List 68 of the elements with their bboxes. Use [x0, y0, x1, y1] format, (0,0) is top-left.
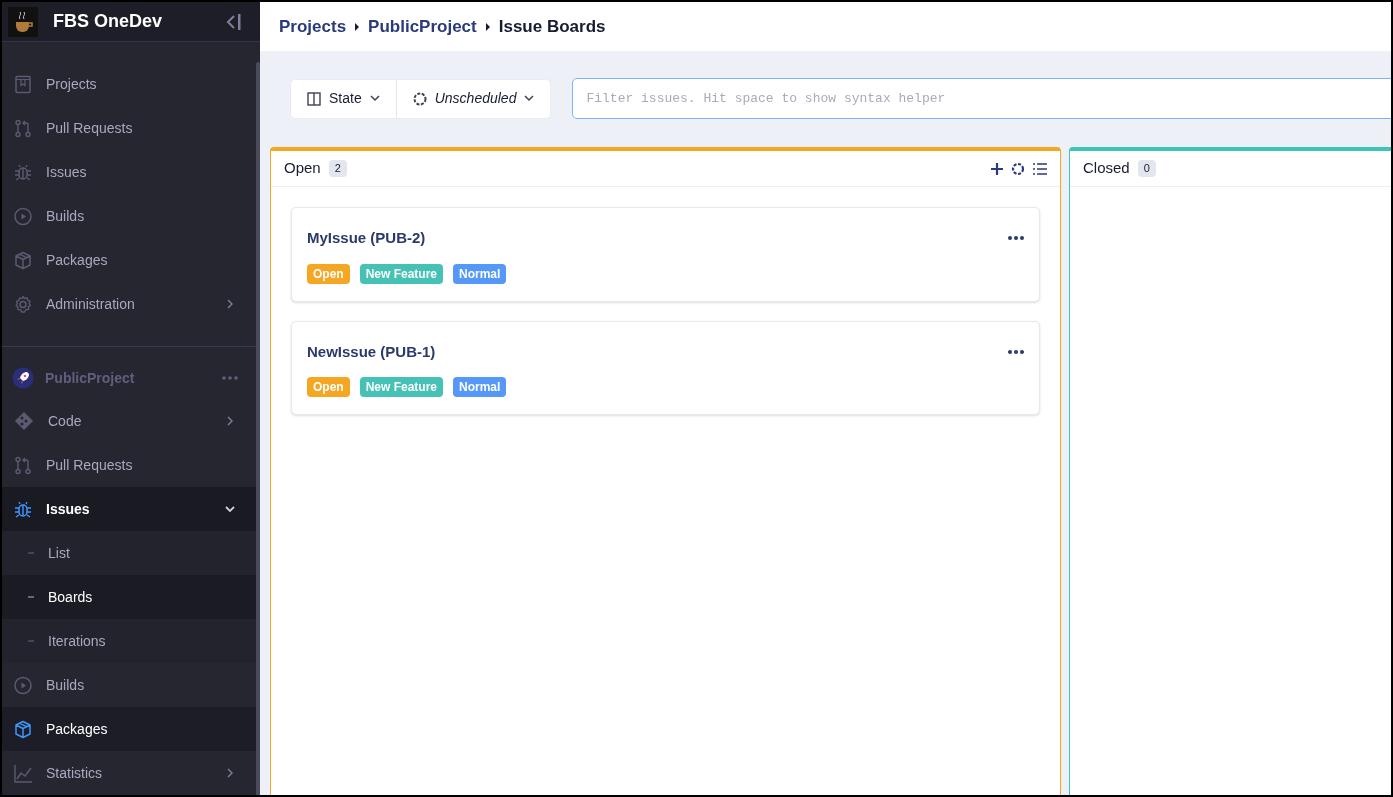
more-icon [1008, 236, 1024, 241]
iteration-dropdown[interactable]: Unscheduled [396, 79, 551, 118]
dash-icon [28, 640, 34, 642]
chevron-down-icon [524, 95, 535, 102]
dash-icon [28, 596, 34, 598]
app-name: FBS OneDev [53, 10, 163, 33]
iteration-icon [1011, 161, 1025, 176]
more-icon [222, 376, 238, 380]
tag: Normal [453, 377, 507, 397]
bug-icon [14, 499, 32, 519]
line-chart-icon [14, 763, 32, 783]
settings-icon [14, 294, 32, 314]
sidebar-item[interactable]: Issues [2, 150, 260, 194]
plus-icon [991, 162, 1003, 175]
issue-title-link[interactable]: NewIssue (PUB-1) [307, 340, 436, 363]
scrollbar[interactable] [256, 62, 260, 795]
pull-request-icon [14, 118, 32, 138]
git-diamond-icon [14, 411, 34, 431]
tag: Open [307, 377, 350, 397]
page-title: Issue Boards [498, 15, 606, 38]
play-circle-icon [14, 675, 32, 695]
tag: New Feature [359, 263, 444, 284]
column-title: Open [284, 158, 321, 179]
package-icon [14, 250, 32, 270]
issue-card[interactable]: MyIssue (PUB-2) Open New Feature Normal [291, 207, 1040, 302]
sidebar-item[interactable]: Pull Requests [2, 443, 260, 487]
column-title: Closed [1083, 158, 1130, 179]
breadcrumb-link[interactable]: PublicProject [368, 13, 477, 40]
tag: New Feature [359, 377, 444, 397]
play-circle-icon [14, 206, 32, 226]
collapse-sidebar-button[interactable] [226, 12, 242, 31]
columns-icon [307, 91, 321, 106]
issue-title-link[interactable]: MyIssue (PUB-2) [307, 227, 426, 250]
breadcrumb-link[interactable]: Projects [279, 13, 347, 40]
more-icon [1008, 349, 1024, 354]
list-icon [1033, 161, 1047, 176]
count-badge: 0 [1137, 160, 1156, 177]
rocket-icon [12, 367, 34, 389]
sidebar-item[interactable]: Builds [2, 194, 260, 238]
iteration-icon [412, 91, 427, 106]
caret-right-icon [354, 21, 361, 32]
iteration-button[interactable] [1011, 161, 1025, 176]
issue-card[interactable]: NewIssue (PUB-1) Open New Feature Normal [291, 320, 1040, 415]
sidebar-item[interactable]: Pull Requests [2, 106, 260, 150]
more-button[interactable] [1008, 349, 1024, 354]
tag: Open [307, 263, 350, 284]
sidebar-item[interactable]: Packages [2, 238, 260, 282]
collapse-icon [226, 12, 242, 31]
sidebar-item[interactable]: Builds [2, 663, 260, 707]
sidebar-item[interactable]: Projects [2, 62, 260, 106]
dash-icon [28, 552, 34, 554]
sidebar-item[interactable]: Administration [2, 282, 260, 326]
tag: Normal [453, 263, 507, 284]
bug-icon [14, 162, 32, 182]
sidebar-item[interactable]: Code [2, 399, 260, 443]
list-button[interactable] [1033, 161, 1047, 176]
add-button[interactable] [991, 162, 1003, 175]
package-icon [14, 719, 32, 739]
coffee-logo-icon [8, 6, 38, 37]
sidebar-item[interactable]: Statistics [2, 751, 260, 795]
filter-field[interactable]: Filter issues. Hit space to show syntax helper [572, 78, 1391, 119]
count-badge: 2 [328, 160, 347, 177]
more-button[interactable] [1008, 236, 1024, 241]
group-by-dropdown[interactable]: State [291, 79, 397, 118]
pull-request-icon [14, 455, 32, 475]
book-icon [14, 74, 32, 94]
chevron-down-icon [369, 95, 380, 102]
caret-right-icon [484, 21, 491, 32]
